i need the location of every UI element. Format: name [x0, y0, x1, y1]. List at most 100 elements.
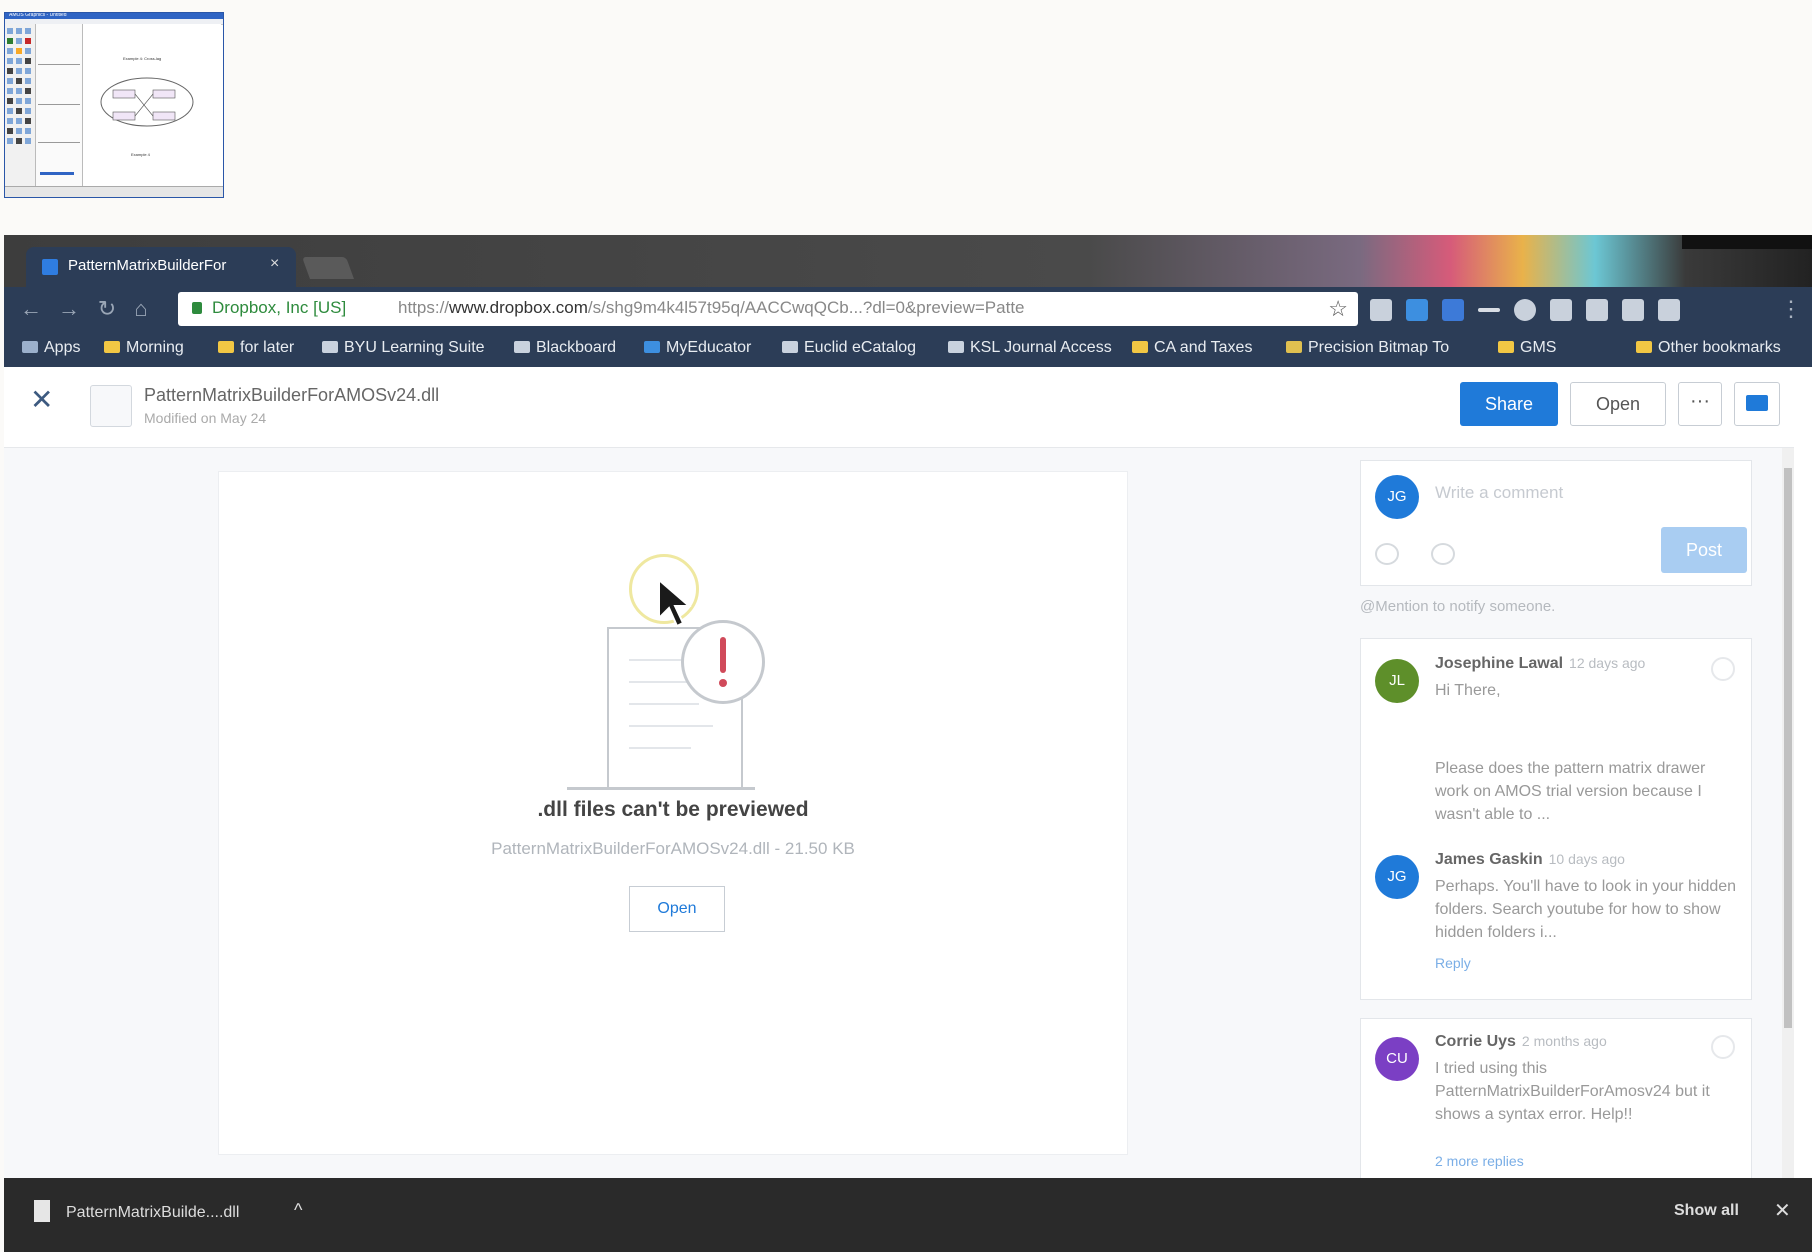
- avatar: CU: [1375, 1037, 1419, 1081]
- dropbox-favicon-icon: [42, 259, 58, 275]
- bookmark-blackboard[interactable]: Blackboard: [514, 339, 616, 357]
- bookmark-gms[interactable]: GMS: [1498, 339, 1556, 357]
- open-file-button[interactable]: Open: [629, 886, 725, 932]
- scrollbar-thumb[interactable]: [1784, 468, 1792, 1028]
- menu-dots-icon[interactable]: ⋮: [1778, 296, 1804, 322]
- extension-icon[interactable]: [1586, 299, 1608, 321]
- more-options-button[interactable]: ···: [1678, 382, 1722, 426]
- address-bar[interactable]: Dropbox, Inc [US] https://www.dropbox.co…: [178, 292, 1358, 326]
- comments-scrollbar[interactable]: [1782, 448, 1794, 1178]
- comment-options-icon[interactable]: [1711, 1035, 1735, 1059]
- bookmark-precision-bitmap[interactable]: Precision Bitmap To: [1286, 339, 1449, 357]
- file-name: PatternMatrixBuilderForAMOSv24.dll: [144, 385, 440, 405]
- site-identity: Dropbox, Inc [US]: [212, 298, 347, 317]
- thumbnail-title: AMOS Graphics - Untitled: [9, 12, 67, 18]
- window-controls[interactable]: [1682, 235, 1812, 249]
- comment-text: Please does the pattern matrix drawer wo…: [1435, 760, 1706, 823]
- comment-thread: JL Josephine Lawal 12 days ago Hi There, …: [1360, 638, 1752, 1000]
- comment-time: 2 months ago: [1521, 1033, 1607, 1049]
- comment-thread: CU Corrie Uys 2 months ago I tried using …: [1360, 1018, 1752, 1180]
- extension-icon[interactable]: [1550, 299, 1572, 321]
- extension-icon[interactable]: [1514, 299, 1536, 321]
- bookmark-for-later[interactable]: for later: [218, 339, 294, 357]
- url-text: https://www.dropbox.com/s/shg9m4k4l57t95…: [398, 298, 1318, 318]
- download-file-name[interactable]: PatternMatrixBuilde....dll: [66, 1204, 239, 1222]
- bookmark-byu-learning-suite[interactable]: BYU Learning Suite: [322, 339, 485, 357]
- bookmark-morning[interactable]: Morning: [104, 339, 184, 357]
- bookmark-ksl-journal-access[interactable]: KSL Journal Access: [948, 339, 1112, 357]
- download-bar: PatternMatrixBuilde....dll ^ Show all ✕: [4, 1178, 1812, 1252]
- url-prefix: https://: [398, 298, 450, 317]
- forward-arrow-icon[interactable]: →: [56, 296, 82, 322]
- tab-close-icon[interactable]: ×: [270, 255, 279, 273]
- extension-icon[interactable]: [1658, 299, 1680, 321]
- comments-sidebar: JG Write a comment Post @Mention to noti…: [1340, 448, 1780, 1180]
- back-arrow-icon[interactable]: ←: [18, 296, 44, 322]
- comment-icon: [1746, 395, 1768, 411]
- comment-time: 10 days ago: [1548, 851, 1625, 867]
- illustration-base-line: [567, 787, 755, 790]
- more-replies-link[interactable]: 2 more replies: [1435, 1153, 1524, 1169]
- extension-icon[interactable]: [1406, 299, 1428, 321]
- comment-text: I tried using this PatternMatrixBuilderF…: [1435, 1060, 1710, 1123]
- preview-file-info: PatternMatrixBuilderForAMOSv24.dll - 21.…: [491, 839, 855, 858]
- close-preview-icon[interactable]: ✕: [30, 383, 53, 416]
- thumbnail-path-diagram: [100, 77, 194, 127]
- bookmark-ca-and-taxes[interactable]: CA and Taxes: [1132, 339, 1252, 357]
- comment-text: Hi There,: [1435, 682, 1501, 699]
- url-path: /s/shg9m4k4l57t95q/AACCwqQCb...?dl=0&pre…: [587, 298, 1025, 317]
- open-button[interactable]: Open: [1570, 382, 1666, 426]
- extension-icon[interactable]: [1370, 299, 1392, 321]
- comment-options-icon[interactable]: [1711, 657, 1735, 681]
- thumbnail-diagram-caption: Example 4: [131, 152, 150, 157]
- file-preview-header: ✕ PatternMatrixBuilderForAMOSv24.dll Mod…: [4, 367, 1794, 448]
- warning-icon: [681, 620, 765, 704]
- thumbnail-toolbox: [5, 24, 36, 187]
- extension-icon[interactable]: [1478, 308, 1500, 312]
- show-all-downloads-button[interactable]: Show all: [1674, 1202, 1739, 1220]
- bookmark-apps[interactable]: Apps: [22, 339, 80, 357]
- comment-text: Perhaps. You'll have to look in your hid…: [1435, 878, 1737, 941]
- comment-author: James Gaskin 10 days ago: [1435, 851, 1625, 868]
- browser-window: PatternMatrixBuilderFor × ← → ↻ ⌂ Dropbo…: [4, 235, 1812, 1252]
- extension-icon[interactable]: [1622, 299, 1644, 321]
- extension-icon[interactable]: [1442, 299, 1464, 321]
- browser-toolbar: ← → ↻ ⌂ Dropbox, Inc [US] https://www.dr…: [4, 287, 1812, 331]
- file-icon: [34, 1200, 50, 1222]
- tab-dropbox[interactable]: PatternMatrixBuilderFor ×: [26, 247, 296, 287]
- post-button[interactable]: Post: [1661, 527, 1747, 573]
- share-button[interactable]: Share: [1460, 382, 1558, 426]
- tab-strip: PatternMatrixBuilderFor ×: [4, 235, 1812, 287]
- comments-toggle-button[interactable]: [1734, 382, 1780, 426]
- comment-composer: JG Write a comment Post: [1360, 460, 1752, 586]
- reply-link[interactable]: Reply: [1435, 955, 1471, 971]
- comment-author: Corrie Uys 2 months ago: [1435, 1033, 1607, 1050]
- bookmark-star-icon[interactable]: ☆: [1328, 296, 1348, 322]
- thumbnail-side-pane: [36, 24, 83, 187]
- comment-author: Josephine Lawal 12 days ago: [1435, 655, 1646, 672]
- comment-input[interactable]: Write a comment: [1435, 483, 1563, 503]
- lock-icon: [192, 302, 202, 314]
- avatar: JL: [1375, 659, 1419, 703]
- home-icon[interactable]: ⌂: [128, 296, 154, 322]
- mention-user-icon[interactable]: [1431, 543, 1455, 565]
- new-tab-button[interactable]: [301, 257, 355, 279]
- mouse-cursor-icon: [658, 578, 692, 628]
- emoji-icon[interactable]: [1375, 543, 1399, 565]
- preview-card: .dll files can't be previewed PatternMat…: [218, 471, 1128, 1155]
- thumbnail-canvas: Example 4: Cross-lag Example 4: [83, 24, 221, 187]
- reload-icon[interactable]: ↻: [94, 296, 120, 322]
- bookmark-myeducator[interactable]: MyEducator: [644, 339, 751, 357]
- chevron-up-icon[interactable]: ^: [294, 1200, 302, 1221]
- thumbnail-statusbar: [5, 186, 223, 197]
- bookmark-euclid-ecatalog[interactable]: Euclid eCatalog: [782, 339, 916, 357]
- close-icon[interactable]: ✕: [1774, 1198, 1791, 1223]
- modified-date: Modified on May 24: [144, 410, 267, 426]
- comment-time: 12 days ago: [1569, 655, 1646, 671]
- bookmark-other-bookmarks[interactable]: Other bookmarks: [1636, 339, 1781, 357]
- preview-error-title: .dll files can't be previewed: [537, 798, 809, 821]
- url-host: www.dropbox.com: [449, 298, 588, 317]
- avatar: JG: [1375, 475, 1419, 519]
- avatar: JG: [1375, 855, 1419, 899]
- tab-title: PatternMatrixBuilderFor: [68, 257, 227, 274]
